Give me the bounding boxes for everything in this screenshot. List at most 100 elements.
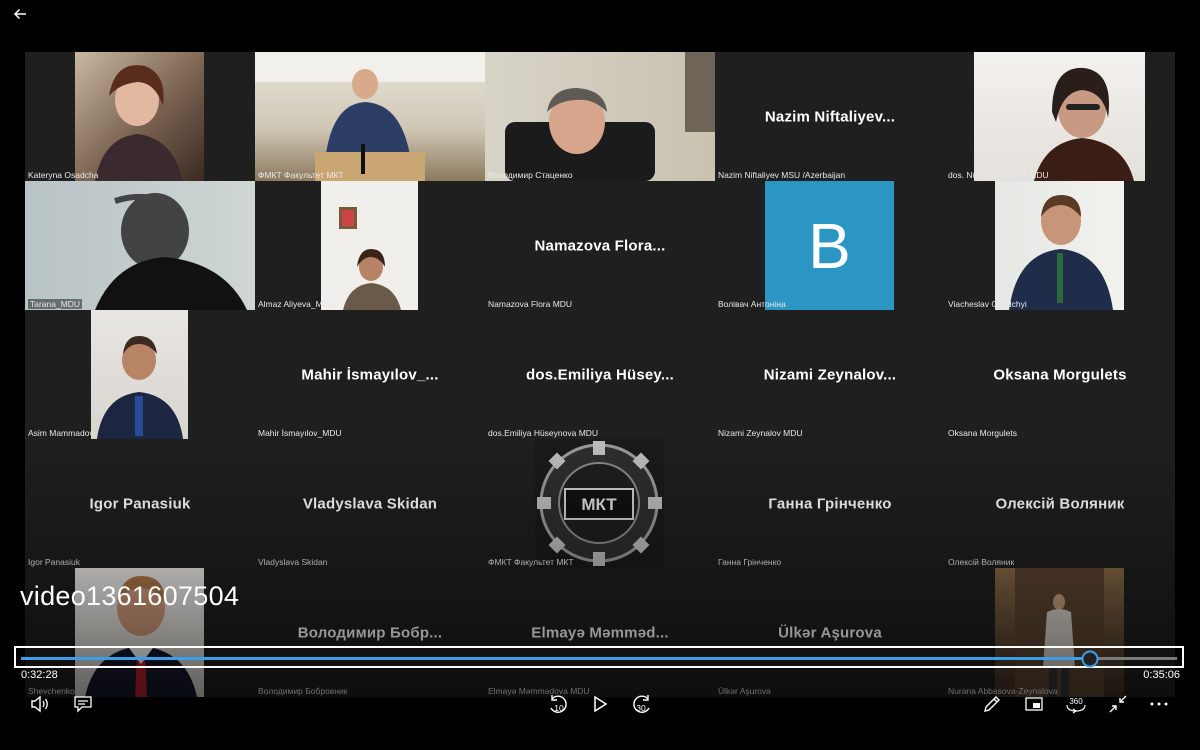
participant-video <box>995 181 1124 310</box>
participant-caption: Nizami Zeynalov MDU <box>718 428 803 438</box>
skip-back-button[interactable]: 10 <box>543 690 573 718</box>
participant-caption: Володимир Стаценко <box>488 170 573 180</box>
duration: 0:35:06 <box>1143 669 1180 681</box>
pen-icon <box>984 696 1000 712</box>
seek-handle[interactable] <box>1081 650 1099 667</box>
skip-back-10-icon: 10 <box>550 695 567 713</box>
participant-caption: ФМКТ Факультет МКТ <box>258 170 344 180</box>
participant-name: Elmayə Məmməd... <box>531 624 669 641</box>
participant-caption: Mahir İsmayılov_MDU <box>258 428 342 438</box>
participant-name: Igor Panasiuk <box>89 495 191 512</box>
participant-caption: Namazova Flora MDU <box>488 299 573 309</box>
more-icon <box>1150 702 1168 706</box>
participant-tile: dos. Nüşabə Qədimli MDU <box>945 52 1175 181</box>
participant-tile: ФМКТ Факультет МКТ <box>255 52 485 181</box>
seek-progress <box>21 657 1091 660</box>
avatar-initial: B <box>808 209 851 282</box>
participant-avatar: B <box>765 181 894 310</box>
participant-video <box>974 52 1145 181</box>
participant-tile: Nazim Niftaliyev... Nazim Niftaliyev MSU… <box>715 52 945 181</box>
participant-video <box>485 52 715 181</box>
play-button[interactable] <box>585 690 615 718</box>
participant-name: Ганна Грінченко <box>768 495 892 512</box>
participant-tile: Олексій Воляник Олексій Воляник <box>945 439 1175 568</box>
participant-caption: Ганна Грінченко <box>718 557 782 567</box>
logo-text: МКТ <box>581 495 617 514</box>
participant-name: Олексій Воляник <box>995 495 1125 512</box>
participant-name: Nazim Niftaliyev... <box>764 108 896 125</box>
participant-video <box>91 310 188 439</box>
participant-caption: Nazim Niftaliyev MSU /Azerbaijan <box>718 170 846 180</box>
participant-name: Mahir İsmayılov_... <box>301 366 439 383</box>
view-360-button[interactable]: 360 <box>1061 690 1091 718</box>
participant-caption: Kateryna Osadcha <box>28 170 99 180</box>
participant-tile: Asim Mammadov <box>25 310 255 439</box>
miniplayer-button[interactable] <box>1019 690 1049 718</box>
exit-fullscreen-button[interactable] <box>1103 690 1133 718</box>
participant-caption: Tarana_MDU <box>28 299 83 309</box>
participant-caption: Vladyslava Skidan <box>258 557 328 567</box>
participant-tile: Elmayə Məmməd... Elmayə Məmmədova MDU <box>485 568 715 697</box>
participant-tile: Nurana Abbasova-Zeynalova <box>945 568 1175 697</box>
playback-controls: 10 30 360 <box>0 690 1200 720</box>
volume-icon <box>31 695 48 713</box>
participant-name: Vladyslava Skidan <box>302 495 438 512</box>
participant-video <box>25 181 255 310</box>
participant-tile: Mahir İsmayılov_... Mahir İsmayılov_MDU <box>255 310 485 439</box>
participant-tile: Almaz Aliyeva_MDU <box>255 181 485 310</box>
participant-caption: dos. Nüşabə Qədimli MDU <box>948 170 1049 180</box>
participant-video <box>75 52 204 181</box>
participant-tile: dos.Emiliya Hüsey... dos.Emiliya Hüseyno… <box>485 310 715 439</box>
participant-tile: Ülkər Aşurova Ülkər Aşurova <box>715 568 945 697</box>
play-icon <box>594 695 608 713</box>
participant-tile: Igor Panasiuk Igor Panasiuk <box>25 439 255 568</box>
participant-caption: Asim Mammadov <box>28 428 94 438</box>
participant-tile: Ганна Грінченко Ганна Грінченко <box>715 439 945 568</box>
video-title: video1361607504 <box>20 581 240 611</box>
participant-caption: Viacheslav Osadchyi <box>948 299 1027 309</box>
participant-caption: dos.Emiliya Hüseynova MDU <box>488 428 599 438</box>
back-button[interactable] <box>10 4 30 24</box>
more-button[interactable] <box>1144 690 1174 718</box>
faculty-logo: МКТ <box>535 439 664 568</box>
participant-name: Oksana Morgulets <box>993 366 1127 383</box>
participant-caption: Олексій Воляник <box>948 557 1015 567</box>
arrow-left-icon <box>13 8 26 20</box>
miniplayer-icon <box>1025 697 1043 711</box>
edit-button[interactable] <box>977 690 1007 718</box>
participant-name: Nizami Zeynalov... <box>763 366 897 383</box>
participant-tile: Viacheslav Osadchyi <box>945 181 1175 310</box>
participant-tile: Namazova Flora... Namazova Flora MDU <box>485 181 715 310</box>
seek-track[interactable] <box>21 650 1177 667</box>
participant-name: Namazova Flora... <box>534 237 666 254</box>
participant-video <box>321 181 418 310</box>
participant-tile: Kateryna Osadcha <box>25 52 255 181</box>
participant-tile: Володимир Бобр... Володимир Бобровник <box>255 568 485 697</box>
participant-name: Володимир Бобр... <box>297 624 443 641</box>
seek-bar[interactable] <box>14 646 1184 668</box>
participant-video <box>255 52 485 181</box>
participant-tile: Oksana Morgulets Oksana Morgulets <box>945 310 1175 439</box>
skip-forward-label: 30 <box>636 703 646 713</box>
participant-tile: Володимир Стаценко <box>485 52 715 181</box>
volume-button[interactable] <box>25 690 55 718</box>
view-360-icon: 360 <box>1066 697 1086 714</box>
participant-caption: Almaz Aliyeva_MDU <box>258 299 335 309</box>
exit-fullscreen-icon <box>1109 695 1127 713</box>
participant-caption: Волівач Антоніна <box>718 299 786 309</box>
captions-button[interactable] <box>68 690 98 718</box>
participant-tile: МКТ ФМКТ Факультет МКТ <box>485 439 715 568</box>
participant-tile: Tarana_MDU <box>25 181 255 310</box>
skip-forward-button[interactable]: 30 <box>627 690 657 718</box>
participant-caption: Igor Panasiuk <box>28 557 80 567</box>
skip-back-label: 10 <box>554 703 564 713</box>
participant-caption: Oksana Morgulets <box>948 428 1017 438</box>
participant-caption: ФМКТ Факультет МКТ <box>488 557 574 567</box>
captions-icon <box>74 696 92 713</box>
participant-name: dos.Emiliya Hüsey... <box>526 366 674 383</box>
participant-tile: B Волівач Антоніна <box>715 181 945 310</box>
participant-tile: Vladyslava Skidan Vladyslava Skidan <box>255 439 485 568</box>
skip-forward-30-icon: 30 <box>633 695 650 713</box>
current-time: 0:32:28 <box>21 669 58 681</box>
view-360-label: 360 <box>1069 697 1083 706</box>
